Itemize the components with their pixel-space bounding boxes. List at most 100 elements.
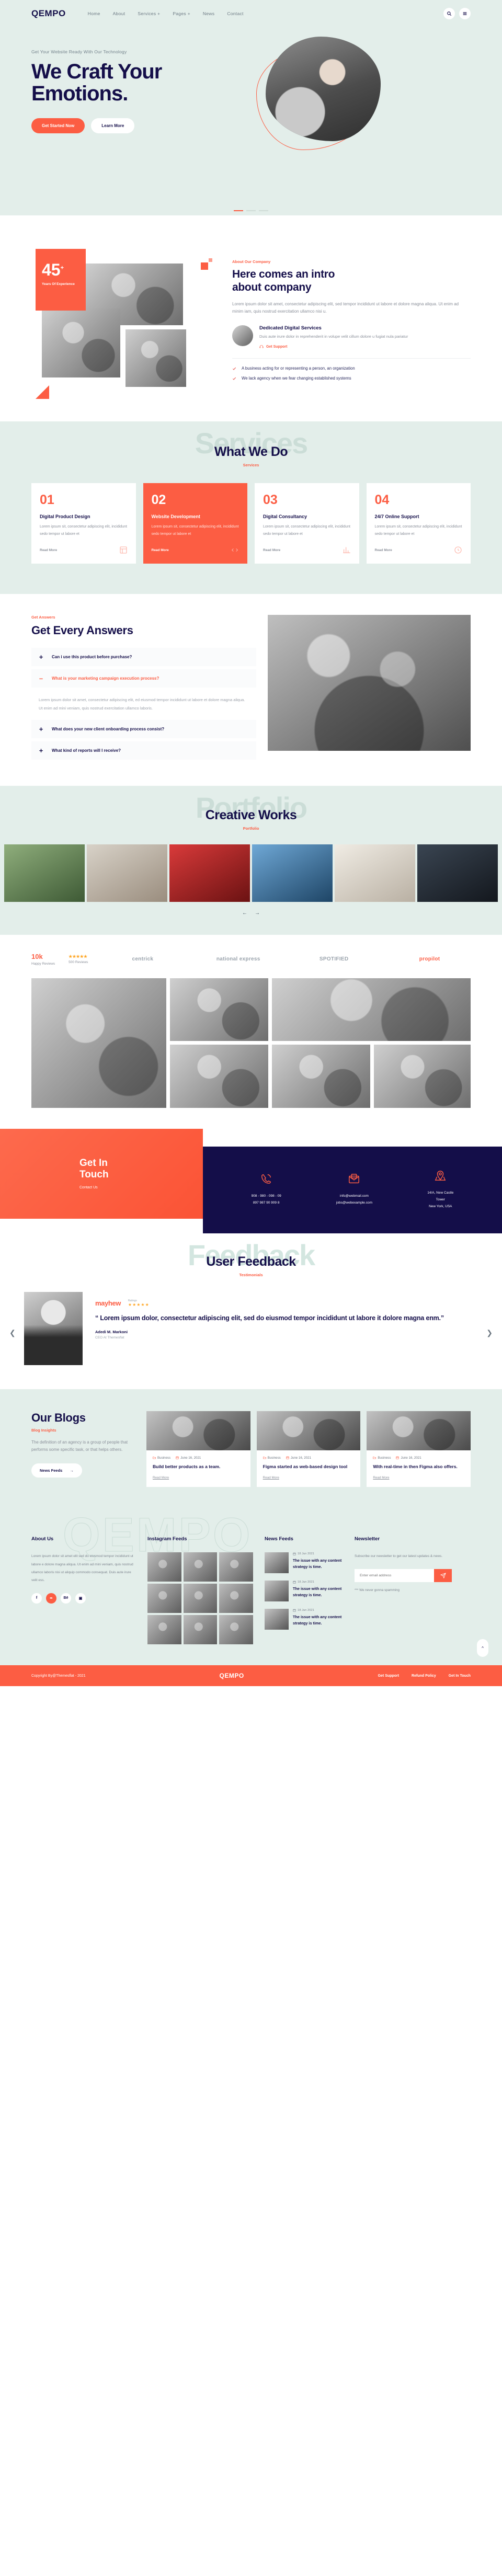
site-logo[interactable]: QEMPO bbox=[31, 8, 66, 19]
instagram-thumb[interactable] bbox=[147, 1615, 181, 1645]
design-icon bbox=[119, 546, 127, 554]
read-more-link[interactable]: Read More bbox=[40, 548, 57, 552]
footer-link-get-in-touch[interactable]: Get In Touch bbox=[449, 1674, 471, 1678]
portfolio-item[interactable] bbox=[87, 844, 167, 902]
date-tag: June 16, 2021 bbox=[396, 1456, 421, 1460]
blog-card[interactable]: Business June 16, 2021 Figma started as … bbox=[256, 1411, 361, 1487]
email-field[interactable] bbox=[355, 1569, 434, 1582]
read-more-link[interactable]: Read More bbox=[367, 1470, 471, 1487]
blog-card[interactable]: Business June 16, 2021 With real-time in… bbox=[367, 1411, 471, 1487]
nav-item-services[interactable]: Services + bbox=[138, 11, 160, 16]
portfolio-item[interactable] bbox=[335, 844, 415, 902]
blog-card[interactable]: Business June 16, 2021 Build better prod… bbox=[146, 1411, 250, 1487]
blog-title: Our Blogs bbox=[31, 1411, 86, 1424]
instagram-thumb[interactable] bbox=[219, 1552, 253, 1582]
chevron-right-icon[interactable]: ❯ bbox=[486, 1329, 493, 1337]
blog-meta: Business June 16, 2021 bbox=[146, 1450, 250, 1460]
faq-item[interactable]: – What is your marketing campaign execut… bbox=[31, 669, 256, 688]
footer-link-refund-policy[interactable]: Refund Policy bbox=[412, 1674, 436, 1678]
portfolio-item[interactable] bbox=[169, 844, 250, 902]
read-more-link[interactable]: Read More bbox=[257, 1470, 361, 1487]
headset-icon bbox=[259, 345, 264, 349]
facebook-icon[interactable]: f bbox=[31, 1593, 42, 1604]
nav-item-about[interactable]: About bbox=[113, 11, 126, 16]
instagram-thumb[interactable] bbox=[183, 1615, 218, 1645]
newsletter-text: Subscribe our newsletter to get our late… bbox=[355, 1554, 443, 1559]
about-paragraph: Lorem ipsum dolor sit amet, consectetur … bbox=[232, 301, 459, 314]
nav-item-contact[interactable]: Contact bbox=[227, 11, 243, 16]
hamburger-icon[interactable] bbox=[459, 8, 471, 19]
footer-news-item[interactable]: 18 Jun 2021 The issue with any content s… bbox=[265, 1609, 343, 1630]
behance-icon[interactable]: Bē bbox=[61, 1593, 71, 1604]
service-thumbnail bbox=[232, 325, 253, 347]
read-more-link[interactable]: Read More bbox=[152, 548, 169, 552]
instagram-thumb[interactable] bbox=[147, 1584, 181, 1613]
instagram-thumb[interactable] bbox=[183, 1584, 218, 1613]
hero-slider-dots[interactable] bbox=[234, 210, 268, 211]
instagram-thumb[interactable] bbox=[219, 1584, 253, 1613]
portfolio-item[interactable] bbox=[417, 844, 498, 902]
service-card[interactable]: 03 Digital Consultancy Lorem ipsum sit, … bbox=[255, 483, 359, 564]
footer-instagram-column: Instagram Feeds bbox=[147, 1536, 253, 1645]
service-card[interactable]: 01 Digital Product Design Lorem ipsum si… bbox=[31, 483, 136, 564]
footer-link-get-support[interactable]: Get Support bbox=[378, 1674, 399, 1678]
experience-number: 45+ bbox=[42, 260, 64, 279]
blog-cards: Business June 16, 2021 Build better prod… bbox=[146, 1411, 471, 1487]
chevron-left-icon[interactable]: ❮ bbox=[9, 1329, 16, 1337]
faq-question: What kind of reports will I receive? bbox=[52, 748, 121, 753]
folder-icon bbox=[153, 1457, 156, 1459]
nav-item-pages[interactable]: Pages + bbox=[173, 11, 190, 16]
twitter-icon[interactable]: ✒ bbox=[46, 1593, 56, 1604]
about-title: Here comes an intro about company bbox=[232, 268, 335, 293]
read-more-link[interactable]: Read More bbox=[146, 1470, 250, 1487]
nav-item-news[interactable]: News bbox=[203, 11, 214, 16]
happy-reviews-label: Happy Reviews bbox=[31, 961, 55, 966]
star-rating-icon: ★★★★★ bbox=[128, 1302, 150, 1307]
contact-address[interactable]: 14/A, New Castle Tower New York, USA bbox=[427, 1170, 453, 1210]
team-gallery bbox=[0, 971, 502, 1129]
instagram-thumb[interactable] bbox=[183, 1552, 218, 1582]
team-photo-large bbox=[31, 978, 166, 1108]
faq-item[interactable]: + What kind of reports will I receive? bbox=[31, 741, 256, 760]
contact-email[interactable]: info@webmail.com jobs@webexample.com bbox=[336, 1173, 372, 1206]
search-icon[interactable] bbox=[443, 8, 455, 19]
chart-icon bbox=[343, 547, 350, 554]
date-tag: June 16, 2021 bbox=[176, 1456, 201, 1460]
footer-news-heading: News Feeds bbox=[265, 1536, 293, 1542]
faq-item[interactable]: + What does your new client onboarding p… bbox=[31, 719, 256, 738]
faq-item[interactable]: + Can i use this product before purchase… bbox=[31, 648, 256, 667]
address-line-3: New York, USA bbox=[429, 1204, 452, 1208]
arrow-right-icon[interactable]: → bbox=[255, 910, 260, 916]
read-more-link[interactable]: Read More bbox=[263, 548, 280, 552]
slider-dot-1[interactable] bbox=[234, 210, 243, 211]
chevron-up-icon[interactable]: ^ bbox=[477, 1639, 488, 1657]
service-card[interactable]: 04 24/7 Online Support Lorem ipsum sit, … bbox=[366, 483, 471, 564]
collapse-icon: – bbox=[39, 674, 43, 683]
hero-buttons: Get Started Now Learn More bbox=[31, 118, 251, 133]
learn-more-button[interactable]: Learn More bbox=[91, 118, 135, 133]
portfolio-item[interactable] bbox=[252, 844, 333, 902]
portfolio-item[interactable] bbox=[4, 844, 85, 902]
instagram-thumb[interactable] bbox=[147, 1552, 181, 1582]
get-support-link[interactable]: Get Support bbox=[259, 345, 408, 349]
slider-dot-2[interactable] bbox=[246, 210, 256, 211]
instagram-thumb[interactable] bbox=[219, 1615, 253, 1645]
blog-meta: Business June 16, 2021 bbox=[257, 1450, 361, 1460]
happy-reviews-stat: 10k Happy Reviews bbox=[31, 953, 55, 966]
slider-dot-3[interactable] bbox=[259, 210, 268, 211]
send-icon[interactable] bbox=[434, 1569, 452, 1582]
faq-question: Can i use this product before purchase? bbox=[52, 655, 132, 660]
instagram-icon[interactable]: ▣ bbox=[75, 1593, 86, 1604]
arrow-left-icon[interactable]: ← bbox=[242, 910, 247, 916]
footer-about-column: About Us Lorem ipsum dolor sit amet elit… bbox=[31, 1536, 136, 1644]
services-title: What We Do bbox=[214, 444, 288, 459]
footer-news-item[interactable]: 18 Jun 2021 The issue with any content s… bbox=[265, 1552, 343, 1574]
get-started-button[interactable]: Get Started Now bbox=[31, 118, 85, 133]
service-card[interactable]: 02 Website Development Lorem ipsum sit, … bbox=[143, 483, 247, 564]
nav-item-home[interactable]: Home bbox=[88, 11, 100, 16]
contact-phone[interactable]: 908 - 980 - 098 - 09 897 987 90 909 8 bbox=[252, 1173, 281, 1206]
news-thumbnail bbox=[265, 1581, 289, 1602]
read-more-link[interactable]: Read More bbox=[375, 548, 392, 552]
footer-news-item[interactable]: 18 Jun 2021 The issue with any content s… bbox=[265, 1581, 343, 1602]
news-feeds-button[interactable]: News Feeds → bbox=[31, 1463, 82, 1478]
